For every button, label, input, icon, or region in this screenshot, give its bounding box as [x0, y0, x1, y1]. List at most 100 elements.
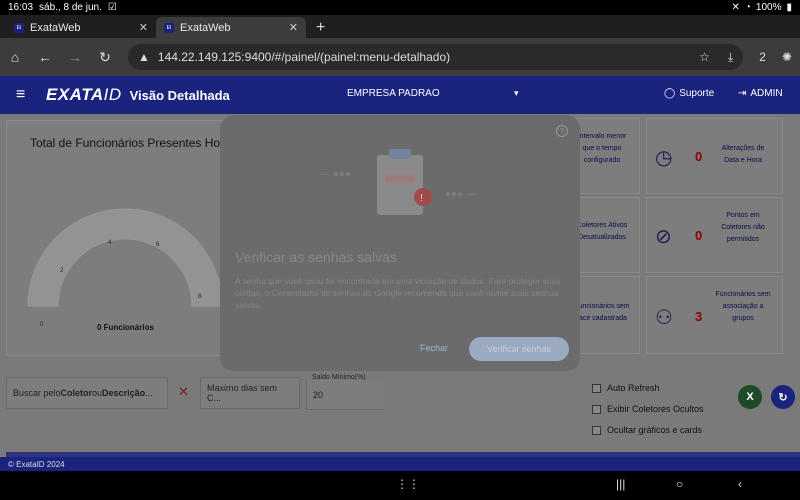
page-title: Visão Detalhada [129, 87, 230, 103]
max-days-placeholder: Maximo dias sem C... [207, 383, 278, 403]
browser-tab-strip: EI ExataWeb ✕ EI ExataWeb ✕ + [0, 15, 800, 38]
reload-icon[interactable]: ↻ [98, 49, 112, 66]
dialog-title: Verificar as senhas salvas [235, 249, 397, 265]
download-icon[interactable]: ⤓ [728, 50, 733, 65]
app-header: ≡ EXATAID Visão Detalhada EMPRESA PADRAO… [0, 76, 800, 114]
wifi-icon: ◔ [744, 2, 751, 13]
logout-icon: ⇥ [738, 88, 747, 99]
url-text: 144.22.149.125:9400/#/painel/(painel:men… [157, 50, 451, 64]
checkbox-label: Exibir Coletores Ocultos [607, 404, 704, 414]
support-label: Suporte [679, 88, 715, 99]
kpi-value: 0 [695, 149, 703, 164]
password-check-dialog: ? ! — ●●● ●●● — Verificar as senhas salv… [220, 115, 580, 371]
dialog-body: A senha que você usou foi encontrada em … [235, 276, 561, 310]
check-passwords-button[interactable]: Verificar senhas [469, 337, 569, 361]
checkbox-notification-icon: ☑ [107, 2, 117, 13]
chevron-down-icon[interactable]: ▾ [514, 88, 519, 99]
excel-export-icon[interactable]: X [738, 385, 762, 409]
checkbox-label: Auto Refresh [607, 383, 660, 393]
android-status-bar: 16:03 sáb., 8 de jun. ☑ ✕ ◔ 100% ▮ [0, 0, 800, 15]
history-icon: ◷ [655, 147, 673, 169]
tab-title: ExataWeb [30, 21, 81, 34]
android-nav-bar: ⋮⋮ ||| ○ ‹ [0, 471, 800, 500]
checkbox-label: Ocultar gráficos e cards [607, 425, 703, 435]
person-off-icon: ⊘ [655, 226, 672, 248]
hide-charts-checkbox[interactable]: Ocultar gráficos e cards [592, 425, 702, 435]
company-select[interactable]: EMPRESA PADRAO [347, 88, 440, 99]
kpi-card[interactable]: ⚇ 3 Funcionários sem associação a grupos [646, 276, 783, 354]
mute-icon: ✕ [731, 2, 740, 13]
min-balance-value: 20 [313, 389, 324, 400]
chrome-menu-icon[interactable]: ✺ [782, 50, 792, 64]
password-illustration: ! — ●●● ●●● — [320, 149, 476, 215]
kpi-label: Pontos em Coletores não permitidos [721, 212, 765, 243]
dialog-close-button[interactable]: Fechar [420, 343, 448, 353]
gauge-label: 0 Funcionários [97, 323, 154, 332]
exata-favicon-icon: EI [164, 22, 174, 33]
exataid-logo: EXATAID [46, 85, 122, 105]
show-hidden-collectors-checkbox[interactable]: Exibir Coletores Ocultos [592, 404, 704, 414]
gauge-arc [27, 208, 223, 307]
search-placeholder: ou [92, 388, 103, 398]
search-placeholder: ... [145, 388, 153, 398]
search-placeholder: Buscar pelo [13, 388, 61, 398]
close-tab-icon[interactable]: ✕ [139, 21, 148, 34]
checkbox-box[interactable] [592, 425, 601, 435]
max-days-input[interactable]: Maximo dias sem C... [200, 377, 300, 409]
search-placeholder-bold: Coletor [60, 388, 93, 398]
browser-tab[interactable]: EI ExataWeb ✕ [6, 17, 156, 38]
kpi-label: Funcionários sem associação a grupos [715, 291, 771, 322]
recent-apps-icon[interactable]: ||| [616, 477, 625, 491]
home-icon[interactable]: ⌂ [8, 49, 22, 65]
battery-level: 100% [755, 2, 782, 13]
auto-refresh-checkbox[interactable]: Auto Refresh [592, 383, 660, 393]
svg-text:— ●●●: — ●●● [320, 169, 351, 180]
address-bar[interactable]: ▲ 144.22.149.125:9400/#/painel/(painel:m… [128, 44, 744, 70]
gauge-title: Total de Funcionários Presentes Hoje [30, 136, 230, 150]
battery-icon: ▮ [786, 2, 792, 13]
close-tab-icon[interactable]: ✕ [289, 21, 298, 34]
hamburger-menu-icon[interactable]: ≡ [16, 86, 30, 104]
home-nav-icon[interactable]: ○ [676, 477, 683, 491]
logo-bold: EXATA [46, 85, 104, 104]
help-icon[interactable]: ? [556, 125, 568, 137]
back-icon[interactable]: ← [38, 49, 52, 65]
tab-count: 2 [759, 50, 766, 64]
forward-icon[interactable]: → [68, 49, 82, 65]
svg-text:●●● —: ●●● — [445, 189, 476, 200]
checkbox-box[interactable] [592, 383, 601, 393]
bookmark-star-icon[interactable]: ☆ [699, 50, 710, 65]
search-input[interactable]: Buscar pelo Coletor ou Descrição... [6, 377, 168, 409]
app-drawer-icon[interactable]: ⋮⋮ [396, 477, 420, 491]
browser-tab-active[interactable]: EI ExataWeb ✕ [156, 17, 306, 38]
exata-favicon-icon: EI [14, 22, 24, 33]
support-button[interactable]: ◯ Suporte [664, 88, 714, 99]
kpi-card[interactable]: ◷ 0 Alterações de Data e Hora [646, 118, 783, 194]
footer: © ExataID 2024 [0, 457, 800, 471]
search-placeholder-bold: Descrição [102, 388, 146, 398]
browser-toolbar: ⌂ ← → ↻ ▲ 144.22.149.125:9400/#/painel/(… [0, 38, 800, 76]
logo-light: ID [103, 85, 122, 104]
warning-icon: ▲ [138, 50, 150, 64]
svg-text:!: ! [420, 193, 423, 204]
page-content: ≡ EXATAID Visão Detalhada EMPRESA PADRAO… [0, 76, 800, 471]
gauge-chart: 0 2 4 6 8 0 Funcionários [27, 208, 223, 332]
whatsapp-icon: ◯ [664, 88, 676, 99]
kpi-label: Alterações de Data e Hora [721, 145, 765, 164]
kpi-card[interactable]: ⊘ 0 Pontos em Coletores não permitidos [646, 197, 783, 273]
admin-button[interactable]: ⇥ ADMIN [738, 88, 783, 99]
tab-title: ExataWeb [180, 21, 231, 34]
clear-search-icon[interactable]: ✕ [178, 384, 189, 400]
tab-switcher-button[interactable]: 2 [759, 50, 766, 64]
kpi-value: 3 [695, 309, 703, 324]
status-time: 16:03 [8, 2, 34, 13]
back-nav-icon[interactable]: ‹ [738, 477, 742, 491]
gauge-tick: 0 [40, 322, 44, 328]
group-icon: ⚇ [655, 307, 673, 329]
refresh-icon[interactable]: ↻ [771, 385, 795, 409]
status-date: sáb., 8 de jun. [39, 2, 102, 13]
new-tab-icon[interactable]: + [316, 17, 325, 38]
min-balance-input[interactable]: 20 [306, 380, 384, 410]
checkbox-box[interactable] [592, 404, 601, 414]
gauge-tick: 4 [108, 240, 112, 246]
